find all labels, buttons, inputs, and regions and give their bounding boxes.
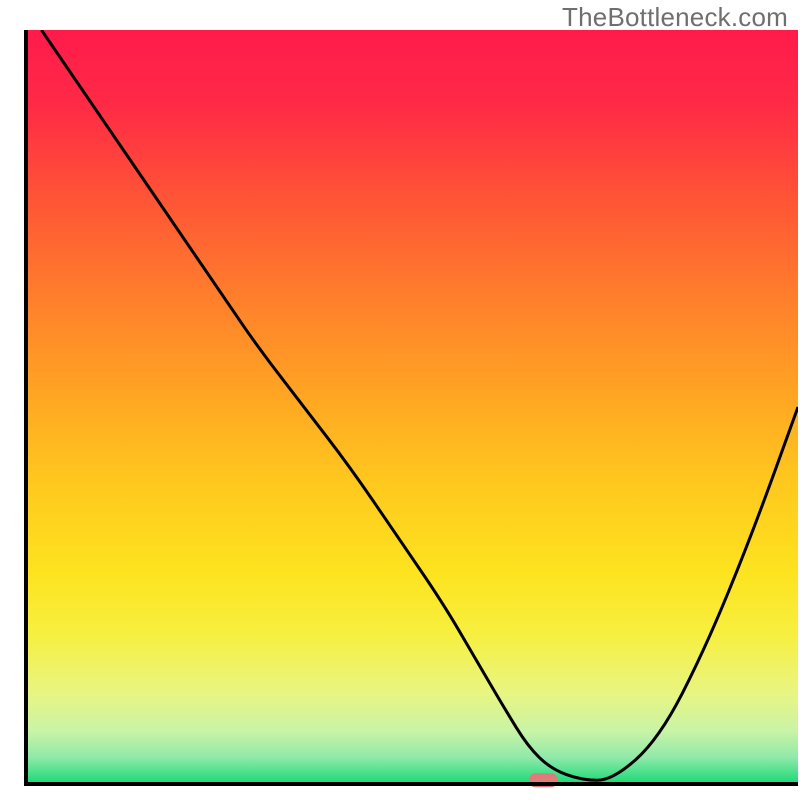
watermark-label: TheBottleneck.com xyxy=(562,2,788,33)
gradient-background xyxy=(26,30,798,784)
chart-container: TheBottleneck.com xyxy=(0,0,800,800)
bottleneck-chart xyxy=(0,0,800,800)
